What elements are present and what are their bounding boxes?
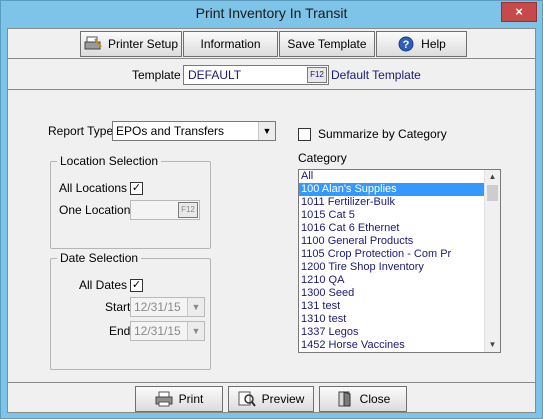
location-selection-title: Location Selection <box>57 154 162 168</box>
start-date-value: 12/31/15 <box>134 300 181 314</box>
template-value: DEFAULT <box>188 68 242 82</box>
one-location-f12-lookup-button[interactable]: F12 <box>178 202 198 218</box>
category-list-item[interactable]: 1200 Tire Shop Inventory <box>299 261 500 274</box>
template-f12-lookup-button[interactable]: F12 <box>307 67 327 83</box>
category-list-item[interactable]: 1015 Cat 5 <box>299 209 500 222</box>
category-list-item[interactable]: All <box>299 170 500 183</box>
save-template-button[interactable]: Save Template <box>279 31 375 57</box>
scroll-up-icon[interactable]: ▲ <box>485 170 500 184</box>
print-icon <box>155 391 173 407</box>
category-list-item[interactable]: 1452 Horse Vaccines <box>299 339 500 352</box>
printer-setup-icon <box>84 36 102 52</box>
report-type-label: Report Type <box>48 124 114 138</box>
all-locations-label: All Locations <box>59 181 128 195</box>
help-button[interactable]: ? Help <box>376 31 467 57</box>
one-location-label: One Location <box>59 203 131 217</box>
end-date-value: 12/31/15 <box>134 324 181 338</box>
one-location-input[interactable]: F12 <box>130 200 200 220</box>
printer-setup-button[interactable]: Printer Setup <box>80 31 182 57</box>
window-close-button[interactable]: × <box>501 2 537 22</box>
svg-text:?: ? <box>403 39 410 51</box>
end-date-picker[interactable]: 12/31/15 ▼ <box>130 321 205 341</box>
help-icon: ? <box>397 36 415 52</box>
close-label: Close <box>359 392 391 406</box>
printer-setup-label: Printer Setup <box>107 37 179 51</box>
print-label: Print <box>178 392 204 406</box>
summarize-by-category-checkbox[interactable] <box>298 128 311 141</box>
information-button[interactable]: Information <box>183 31 278 57</box>
category-listbox[interactable]: All 100 Alan's Supplies 1011 Fertilizer-Bu… <box>298 169 501 353</box>
report-type-select[interactable]: EPOs and Transfers ▼ <box>112 121 276 141</box>
close-door-icon <box>336 391 354 407</box>
category-label: Category <box>298 151 347 165</box>
end-date-label: End <box>109 324 131 338</box>
close-button[interactable]: Close <box>319 386 407 412</box>
print-inventory-window: Print Inventory In Transit × Printer Set… <box>0 0 543 419</box>
category-list-item[interactable]: 1300 Seed <box>299 287 500 300</box>
summarize-by-category-label: Summarize by Category <box>318 127 447 141</box>
template-row: Template DEFAULT F12 Default Template <box>8 60 535 90</box>
start-date-picker[interactable]: 12/31/15 ▼ <box>130 297 205 317</box>
template-description: Default Template <box>331 68 421 82</box>
report-type-value: EPOs and Transfers <box>116 124 225 138</box>
preview-button[interactable]: Preview <box>228 386 314 412</box>
all-dates-checkbox[interactable]: ✓ <box>130 279 143 292</box>
scroll-thumb[interactable] <box>487 185 498 201</box>
location-selection-group: Location Selection All Locations ✓ One L… <box>50 154 211 249</box>
category-list-item[interactable]: 131 test <box>299 300 500 313</box>
category-list-item[interactable]: 1105 Crop Protection - Com Pr <box>299 248 500 261</box>
options-panel: Report Type EPOs and Transfers ▼ Summari… <box>8 91 535 383</box>
preview-magnifier-icon <box>238 391 256 407</box>
title-bar: Print Inventory In Transit × <box>1 1 542 27</box>
save-template-label: Save Template <box>287 37 367 51</box>
date-selection-group: Date Selection All Dates ✓ Start 12/31/1… <box>50 251 211 370</box>
toolbar: Printer Setup Information Save Template … <box>8 29 535 59</box>
category-list-item[interactable]: 1310 test <box>299 313 500 326</box>
information-label: Information <box>200 37 261 51</box>
category-items: All 100 Alan's Supplies 1011 Fertilizer-Bu… <box>299 170 500 352</box>
window-title: Print Inventory In Transit <box>195 5 348 21</box>
end-date-dropdown-icon[interactable]: ▼ <box>187 322 204 340</box>
help-label: Help <box>421 37 446 51</box>
preview-label: Preview <box>261 392 305 406</box>
date-selection-title: Date Selection <box>57 251 142 265</box>
all-locations-checkbox[interactable]: ✓ <box>130 182 143 195</box>
template-label: Template <box>132 68 181 82</box>
category-list-item[interactable]: 1100 General Products <box>299 235 500 248</box>
category-list-item[interactable]: 1016 Cat 6 Ethernet <box>299 222 500 235</box>
category-scrollbar[interactable]: ▲ ▼ <box>484 170 500 352</box>
dialog-client-area: Printer Setup Information Save Template … <box>7 28 536 413</box>
category-list-item[interactable]: 1337 Legos <box>299 326 500 339</box>
scroll-down-icon[interactable]: ▼ <box>485 338 500 352</box>
template-input[interactable]: DEFAULT F12 <box>183 65 329 85</box>
report-type-dropdown-icon[interactable]: ▼ <box>258 122 275 140</box>
start-date-dropdown-icon[interactable]: ▼ <box>187 298 204 316</box>
print-button[interactable]: Print <box>135 386 223 412</box>
footer-bar: Print Preview Close <box>8 384 535 413</box>
category-list-item[interactable]: 1210 QA <box>299 274 500 287</box>
category-list-item[interactable]: 100 Alan's Supplies <box>299 183 500 196</box>
category-list-item[interactable]: 1011 Fertilizer-Bulk <box>299 196 500 209</box>
start-date-label: Start <box>105 300 131 314</box>
all-dates-label: All Dates <box>79 278 128 292</box>
